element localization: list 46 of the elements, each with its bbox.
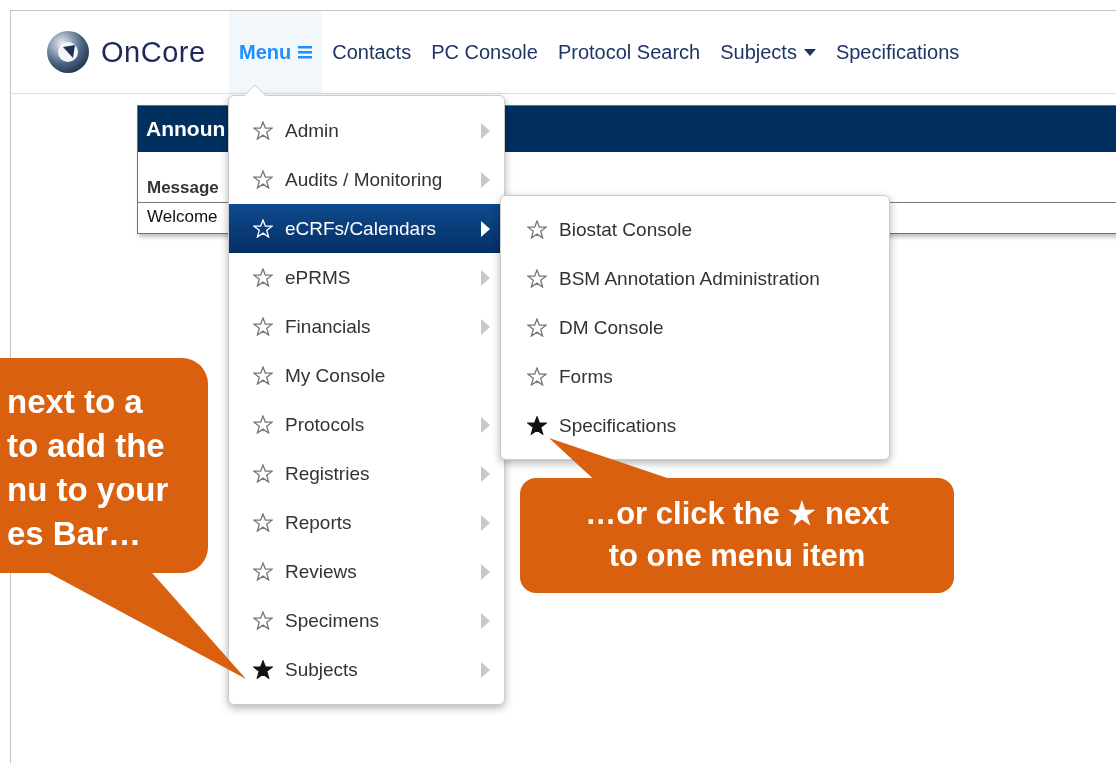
star-icon[interactable] bbox=[253, 562, 273, 581]
dropdown-item[interactable]: Financials bbox=[229, 302, 504, 351]
column-header: Message bbox=[147, 178, 219, 197]
logo-text: OnCore bbox=[101, 35, 206, 69]
star-icon[interactable] bbox=[253, 170, 273, 189]
star-icon[interactable] bbox=[527, 416, 547, 435]
submenu-item[interactable]: Forms bbox=[501, 352, 889, 401]
dropdown-item[interactable]: Registries bbox=[229, 449, 504, 498]
nav-item[interactable]: Specifications bbox=[825, 11, 970, 93]
submenu-item[interactable]: Specifications bbox=[501, 401, 889, 450]
dropdown-item[interactable]: Protocols bbox=[229, 400, 504, 449]
star-icon[interactable] bbox=[253, 611, 273, 630]
nav-item[interactable]: Contacts bbox=[322, 11, 422, 93]
dropdown-item[interactable]: Audits / Monitoring bbox=[229, 155, 504, 204]
callout-text: …or click the ★ next to one menu item bbox=[584, 495, 890, 575]
panel-title: Announ bbox=[146, 117, 226, 141]
star-icon[interactable] bbox=[253, 317, 273, 336]
star-icon[interactable] bbox=[527, 269, 547, 288]
nav-item[interactable]: Subjects bbox=[710, 11, 826, 93]
star-icon[interactable] bbox=[253, 660, 273, 679]
caret-icon bbox=[803, 48, 816, 56]
star-icon[interactable] bbox=[527, 220, 547, 239]
dropdown-item[interactable]: My Console bbox=[229, 351, 504, 400]
nav-item[interactable]: Protocol Search bbox=[547, 11, 711, 93]
logo-icon bbox=[47, 31, 89, 73]
dropdown-item[interactable]: Reviews bbox=[229, 547, 504, 596]
submenu-item[interactable]: BSM Annotation Administration bbox=[501, 254, 889, 303]
star-icon[interactable] bbox=[253, 366, 273, 385]
dropdown-item[interactable]: Admin bbox=[229, 106, 504, 155]
table-cell-text: Welcome bbox=[146, 206, 218, 228]
dropdown-item[interactable]: ePRMS bbox=[229, 253, 504, 302]
submenu-item[interactable]: DM Console bbox=[501, 303, 889, 352]
dropdown-item[interactable]: Subjects bbox=[229, 645, 504, 694]
submenu-item[interactable]: Biostat Console bbox=[501, 205, 889, 254]
star-icon[interactable] bbox=[253, 268, 273, 287]
star-icon[interactable] bbox=[253, 513, 273, 532]
star-icon[interactable] bbox=[527, 367, 547, 386]
dropdown-item[interactable]: Specimens bbox=[229, 596, 504, 645]
star-icon[interactable] bbox=[253, 464, 273, 483]
nav-item[interactable]: PC Console bbox=[421, 11, 548, 93]
callout-text: next to a to add the nu to your es Bar… bbox=[7, 382, 170, 554]
star-icon[interactable] bbox=[253, 415, 273, 434]
star-icon[interactable] bbox=[253, 121, 273, 140]
dropdown-item[interactable]: Reports bbox=[229, 498, 504, 547]
star-icon[interactable] bbox=[527, 318, 547, 337]
menu-icon bbox=[298, 45, 313, 59]
